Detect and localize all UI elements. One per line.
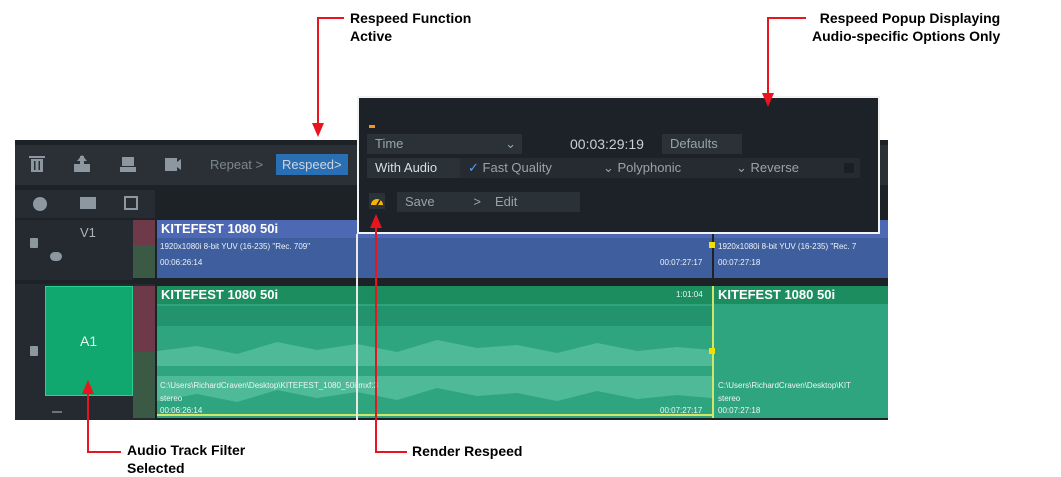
fast-quality-dropdown[interactable]: ✓ Fast Quality⌄ [460,158,610,178]
monitor-icon[interactable] [80,197,96,209]
a1-lock-icon[interactable] [30,346,38,356]
repeat-breadcrumb[interactable]: Repeat > [210,157,263,172]
edit-button[interactable]: Edit [487,192,580,212]
a1-patch-red[interactable] [133,286,155,352]
render-speedometer-icon [371,199,383,206]
a1-next-path: C:\Users\RichardCraven\Desktop\KIT [718,381,851,390]
a1-next-clip-title: KITEFEST 1080 50i [714,286,888,304]
a1-clip-out: 00:07:27:17 [660,406,703,415]
callout-arrow [312,123,324,137]
callout-line [375,228,377,452]
defaults-button[interactable]: Defaults [662,134,742,154]
callout-respeed-popup: Respeed Popup Displaying Audio-specific … [812,10,1001,44]
v1-patch-red[interactable] [133,220,155,245]
a1-waveform [157,306,712,416]
callout-line [87,392,89,452]
reverse-toggle[interactable]: ⌄ Reverse [728,158,860,178]
camera-icon[interactable] [163,155,183,175]
extract-clip-icon[interactable] [118,155,138,175]
edit-point-handle[interactable] [709,348,715,354]
callout-render-respeed: Render Respeed [412,443,523,459]
v1-edit-point-handle[interactable] [709,242,715,248]
respeed-duration[interactable]: 00:03:29:19 [570,134,644,154]
a1-track-label: A1 [80,333,98,349]
a1-clip-in: 00:06:26:14 [160,406,203,415]
v1-track-header [15,220,133,280]
a1-next-in: 00:07:27:18 [718,406,761,415]
save-button[interactable]: Save > [397,192,487,212]
v1-next-in: 00:07:27:18 [718,258,761,267]
a1-patch-green[interactable] [133,352,155,418]
lift-clip-icon[interactable] [72,155,92,175]
v1-clip-in: 00:06:26:14 [160,258,203,267]
callout-line [768,17,806,19]
a1-clip-duration: 1:01:04 [676,290,703,299]
v1-clip-out: 00:07:27:17 [660,258,703,267]
levels-icon[interactable] [52,402,62,413]
respeed-mode-dropdown[interactable]: Time ⌄ [367,134,522,154]
callout-line [767,17,769,95]
trash-icon[interactable] [27,155,47,175]
v1-track-label[interactable]: V1 [80,225,96,240]
callout-respeed-function: Respeed Function Active [350,10,472,44]
a1-clip-path: C:\Users\RichardCraven\Desktop\KITEFEST_… [160,381,378,390]
a1-clip-channels: stereo [160,394,183,403]
lock-icon[interactable] [30,238,38,248]
snapshot-icon[interactable] [124,196,138,210]
callout-audio-track-filter: Audio Track Filter Selected [127,442,246,476]
playhead[interactable] [356,234,358,420]
respeed-breadcrumb-active[interactable]: Respeed> [276,154,348,175]
v1-clip-format: 1920x1080i 8-bit YUV (16-235) "Rec. 709" [160,242,311,251]
v1-patch-green[interactable] [133,245,155,278]
a1-next-channels: stereo [718,394,741,403]
callout-line [375,451,407,453]
callout-arrow [82,380,94,394]
callout-line [87,451,121,453]
comment-icon[interactable] [50,252,62,261]
popup-indicator [369,125,375,128]
callout-arrow [762,93,774,107]
callout-line [318,17,344,19]
v1-next-format: 1920x1080i 8-bit YUV (16-235) "Rec. 7 [718,242,857,251]
callout-arrow [370,214,382,228]
callout-line [317,17,319,125]
a1-clip-title: KITEFEST 1080 50i [157,286,712,304]
polyphonic-dropdown[interactable]: ⌄ Polyphonic [595,158,750,178]
render-respeed-button[interactable] [369,193,385,209]
add-track-icon[interactable] [33,197,47,211]
